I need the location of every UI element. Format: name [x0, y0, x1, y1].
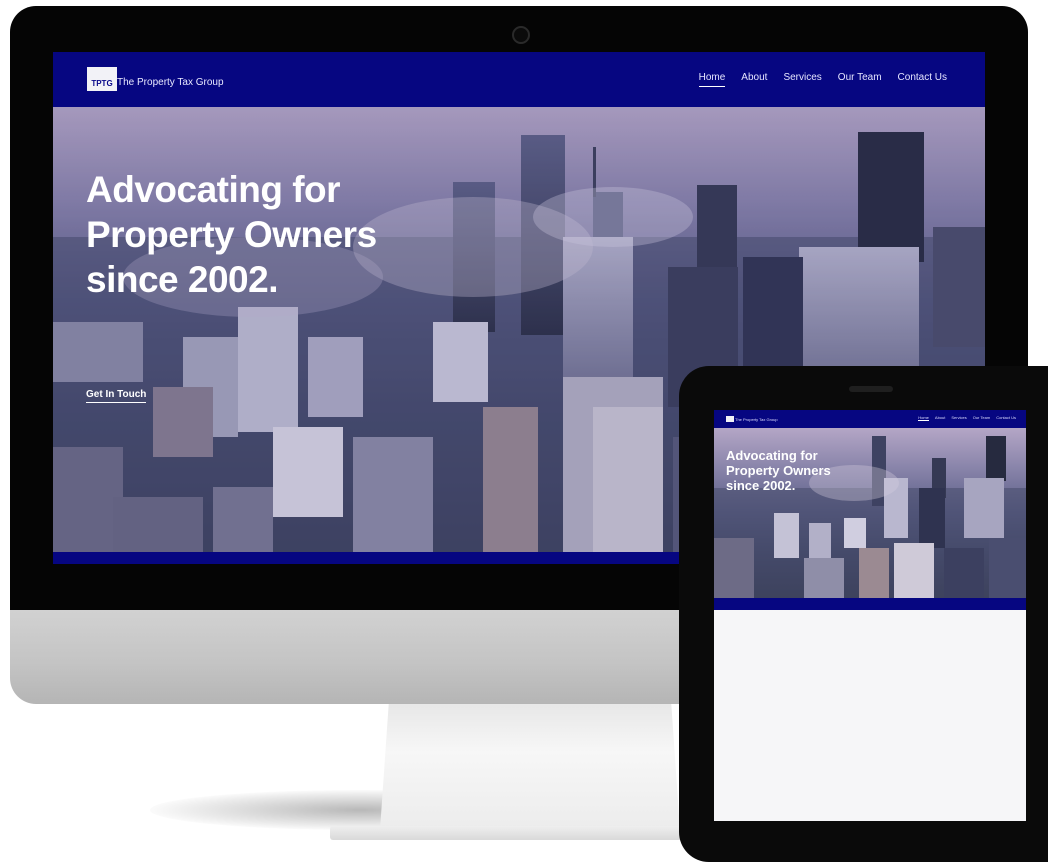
tablet-brand-name[interactable]: The Property Tax Group: [735, 417, 778, 422]
nav-contact-us[interactable]: Contact Us: [898, 72, 947, 87]
tablet-nav-our-team[interactable]: Our Team: [973, 415, 991, 421]
nav-services[interactable]: Services: [783, 72, 821, 87]
tablet-hero-title: Advocating for Property Owners since 200…: [726, 448, 831, 493]
speaker-grille: [849, 386, 893, 392]
logo[interactable]: TPTG: [87, 67, 117, 91]
tablet-hero-section: Advocating for Property Owners since 200…: [714, 428, 1026, 598]
monitor-stand-base: [330, 826, 720, 840]
tablet-nav-services[interactable]: Services: [951, 415, 966, 421]
nav-home[interactable]: Home: [698, 72, 726, 87]
tablet-logo[interactable]: [726, 416, 734, 422]
nav-links: Home About Services Our Team Contact Us: [698, 72, 947, 87]
tablet-nav-about[interactable]: About: [935, 415, 945, 421]
hero-title: Advocating for Property Owners since 200…: [86, 169, 377, 300]
tablet-nav-links: Home About Services Our Team Contact Us: [918, 415, 1016, 421]
tablet-nav-contact-us[interactable]: Contact Us: [996, 415, 1016, 421]
tablet-nav-home[interactable]: Home: [918, 415, 929, 421]
tablet-website-screen: The Property Tax Group Home About Servic…: [714, 410, 1026, 821]
tablet-nav-bar: The Property Tax Group Home About Servic…: [714, 410, 1026, 428]
logo-text: TPTG: [91, 79, 113, 88]
camera-icon: [512, 26, 530, 44]
get-in-touch-link[interactable]: Get In Touch: [86, 389, 147, 403]
monitor-stand: [380, 700, 680, 830]
desktop-nav-bar: TPTG The Property Tax Group Home About S…: [53, 52, 985, 107]
tablet-device: The Property Tax Group Home About Servic…: [679, 366, 1048, 862]
nav-about[interactable]: About: [741, 72, 767, 87]
nav-our-team[interactable]: Our Team: [838, 72, 882, 87]
tablet-footer-strip: [714, 598, 1026, 610]
brand-name[interactable]: The Property Tax Group: [117, 77, 224, 88]
